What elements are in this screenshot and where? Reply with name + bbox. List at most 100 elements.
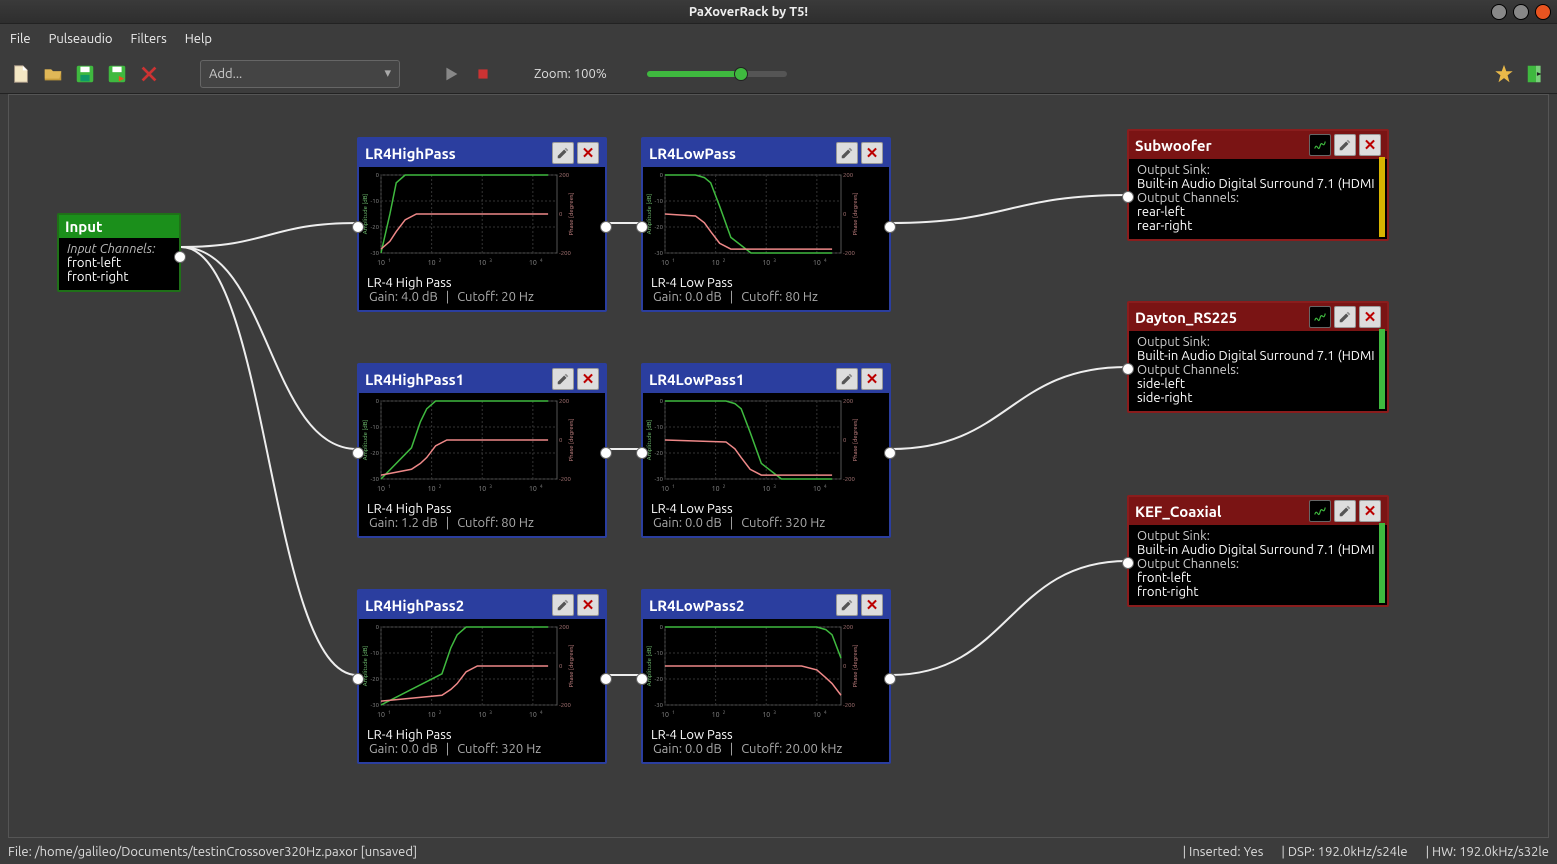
svg-text:10: 10 <box>478 259 486 267</box>
output-channel-2: rear-right <box>1137 219 1375 233</box>
input-port[interactable] <box>352 221 364 233</box>
edit-button[interactable] <box>552 594 574 616</box>
edit-button[interactable] <box>836 368 858 390</box>
svg-text:-200: -200 <box>843 702 856 709</box>
new-file-button[interactable] <box>10 63 32 85</box>
zoom-slider-thumb[interactable] <box>734 67 748 81</box>
svg-text:3: 3 <box>773 483 776 489</box>
output-port[interactable] <box>884 673 896 685</box>
input-port[interactable] <box>1122 363 1134 375</box>
close-button[interactable]: ✕ <box>1359 134 1381 156</box>
node-kef-coaxial[interactable]: KEF_Coaxial ✕ Output Sink: Built-in Audi… <box>1127 495 1389 607</box>
filter-name: LR-4 High Pass <box>367 728 452 742</box>
spectrum-button[interactable] <box>1309 500 1331 522</box>
edit-button[interactable] <box>1334 134 1356 156</box>
output-port[interactable] <box>600 673 612 685</box>
input-port[interactable] <box>636 673 648 685</box>
node-lr4lowpass2[interactable]: LR4LowPass2 ✕ 1011021031040-10-20-302000… <box>641 589 891 764</box>
input-port[interactable] <box>636 447 648 459</box>
filter-gain: Gain: 1.2 dB <box>369 516 438 530</box>
edit-button[interactable] <box>1334 500 1356 522</box>
open-file-button[interactable] <box>42 63 64 85</box>
svg-text:2: 2 <box>723 483 726 489</box>
menu-filters[interactable]: Filters <box>131 32 167 46</box>
node-lr4highpass2[interactable]: LR4HighPass2 ✕ 1011021031040-10-20-30200… <box>357 589 607 764</box>
svg-text:-200: -200 <box>843 476 856 483</box>
node-title: LR4HighPass <box>365 145 549 162</box>
play-button[interactable] <box>440 63 462 85</box>
svg-text:10: 10 <box>529 711 537 719</box>
exit-button[interactable] <box>1525 63 1547 85</box>
svg-text:10: 10 <box>478 485 486 493</box>
output-port[interactable] <box>600 221 612 233</box>
node-subwoofer[interactable]: Subwoofer ✕ Output Sink: Built-in Audio … <box>1127 129 1389 241</box>
output-port[interactable] <box>884 447 896 459</box>
output-channel-1: rear-left <box>1137 205 1375 219</box>
node-title: LR4HighPass2 <box>365 597 549 614</box>
svg-text:200: 200 <box>559 172 570 179</box>
svg-text:Phase [degrees]: Phase [degrees] <box>568 193 575 236</box>
output-channels-label: Output Channels: <box>1137 363 1375 377</box>
edit-button[interactable] <box>552 142 574 164</box>
svg-text:3: 3 <box>489 257 492 263</box>
node-input[interactable]: Input Input Channels: front-left front-r… <box>57 213 181 292</box>
node-title: LR4LowPass <box>649 145 833 162</box>
input-port[interactable] <box>352 447 364 459</box>
close-button[interactable]: ✕ <box>577 142 599 164</box>
zoom-slider[interactable] <box>647 71 787 77</box>
save-as-button[interactable] <box>106 63 128 85</box>
close-button[interactable]: ✕ <box>1359 500 1381 522</box>
window-minimize-button[interactable] <box>1491 4 1507 20</box>
node-canvas[interactable]: Input Input Channels: front-left front-r… <box>8 94 1549 838</box>
input-port[interactable] <box>352 673 364 685</box>
node-title: LR4LowPass1 <box>649 371 833 388</box>
output-port[interactable] <box>174 251 186 263</box>
spectrum-button[interactable] <box>1309 134 1331 156</box>
window-maximize-button[interactable] <box>1513 4 1529 20</box>
svg-text:-30: -30 <box>370 476 379 483</box>
toolbar: Add... Zoom: 100% <box>0 54 1557 94</box>
output-sink-value: Built-in Audio Digital Surround 7.1 (HDM… <box>1137 177 1375 191</box>
input-port[interactable] <box>1122 191 1134 203</box>
stop-button[interactable] <box>472 63 494 85</box>
node-dayton-rs225[interactable]: Dayton_RS225 ✕ Output Sink: Built-in Aud… <box>1127 301 1389 413</box>
status-inserted: | Inserted: Yes <box>1183 845 1264 859</box>
delete-button[interactable] <box>138 63 160 85</box>
spectrum-button[interactable] <box>1309 306 1331 328</box>
filter-response-chart: 1011021031040-10-20-302000-200Amplitude … <box>643 169 861 267</box>
close-button[interactable]: ✕ <box>861 594 883 616</box>
close-button[interactable]: ✕ <box>577 594 599 616</box>
edit-button[interactable] <box>836 594 858 616</box>
output-port[interactable] <box>600 447 612 459</box>
menu-pulseaudio[interactable]: Pulseaudio <box>49 32 113 46</box>
svg-text:200: 200 <box>559 398 570 405</box>
edit-button[interactable] <box>1334 306 1356 328</box>
svg-text:-30: -30 <box>654 476 663 483</box>
close-button[interactable]: ✕ <box>861 368 883 390</box>
star-button[interactable] <box>1493 63 1515 85</box>
output-port[interactable] <box>884 221 896 233</box>
add-filter-combo[interactable]: Add... <box>200 60 400 88</box>
input-port[interactable] <box>636 221 648 233</box>
svg-text:-200: -200 <box>559 702 572 709</box>
svg-text:10: 10 <box>813 485 821 493</box>
edit-button[interactable] <box>836 142 858 164</box>
node-lr4lowpass[interactable]: LR4LowPass ✕ 1011021031040-10-20-302000-… <box>641 137 891 312</box>
menu-file[interactable]: File <box>10 32 31 46</box>
svg-text:10: 10 <box>762 485 770 493</box>
close-button[interactable]: ✕ <box>1359 306 1381 328</box>
svg-text:4: 4 <box>540 483 543 489</box>
menu-help[interactable]: Help <box>185 32 212 46</box>
node-lr4highpass1[interactable]: LR4HighPass1 ✕ 1011021031040-10-20-30200… <box>357 363 607 538</box>
node-lr4lowpass1[interactable]: LR4LowPass1 ✕ 1011021031040-10-20-302000… <box>641 363 891 538</box>
close-button[interactable]: ✕ <box>861 142 883 164</box>
status-indicator <box>1379 523 1385 603</box>
window-close-button[interactable] <box>1535 4 1551 20</box>
close-button[interactable]: ✕ <box>577 368 599 390</box>
edit-button[interactable] <box>552 368 574 390</box>
output-channel-1: side-left <box>1137 377 1375 391</box>
status-indicator <box>1379 157 1385 237</box>
input-port[interactable] <box>1122 557 1134 569</box>
save-button[interactable] <box>74 63 96 85</box>
node-lr4highpass[interactable]: LR4HighPass ✕ 1011021031040-10-20-302000… <box>357 137 607 312</box>
